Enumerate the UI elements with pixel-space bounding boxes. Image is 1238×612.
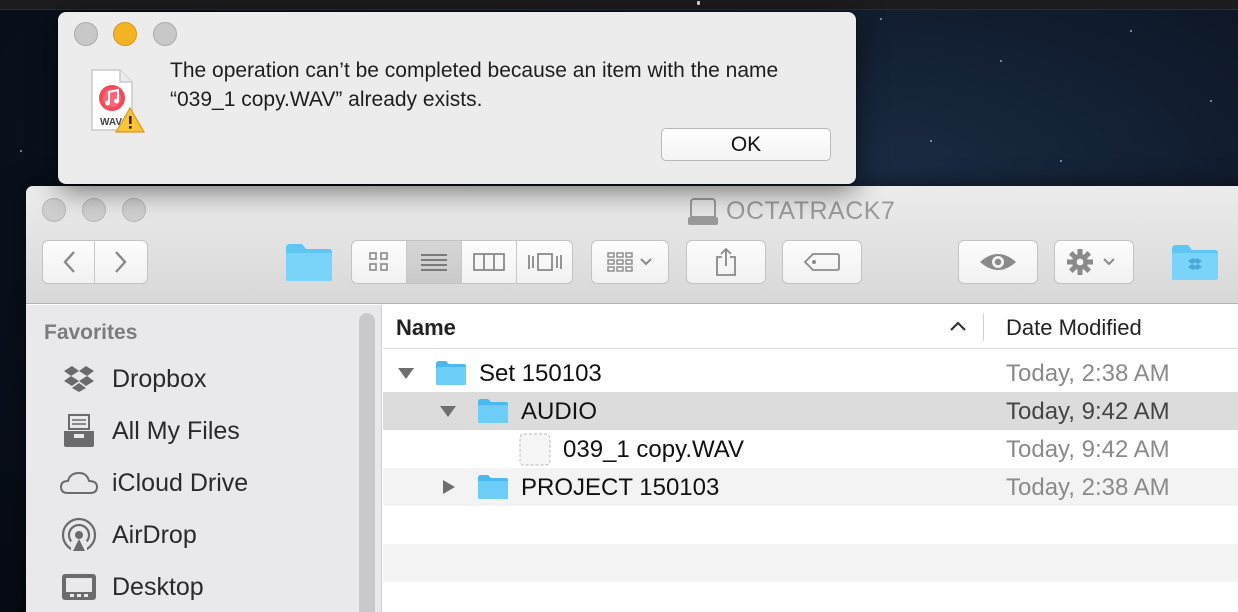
desktop-icon bbox=[62, 574, 96, 600]
file-list: Name Date Modified Set 150103 Today, 2:3… bbox=[383, 305, 1238, 612]
row-date: Today, 2:38 AM bbox=[1006, 360, 1170, 387]
finder-window: OCTATRACK7 Favorites Dropbox All My File… bbox=[26, 186, 1238, 612]
file-placeholder-icon bbox=[519, 433, 551, 466]
row-name: Set 150103 bbox=[479, 360, 602, 387]
forward-button[interactable] bbox=[95, 241, 147, 283]
menu-bar-fragment bbox=[697, 1, 700, 5]
star bbox=[1210, 100, 1212, 102]
empty-row bbox=[383, 582, 1238, 612]
sidebar-item-all-my-files[interactable]: All My Files bbox=[60, 411, 240, 451]
ok-button[interactable]: OK bbox=[661, 128, 831, 161]
star bbox=[880, 18, 882, 20]
view-icon-button[interactable] bbox=[352, 241, 407, 283]
close-button[interactable] bbox=[42, 198, 66, 222]
window-title: OCTATRACK7 bbox=[688, 196, 895, 226]
view-coverflow-button[interactable] bbox=[517, 241, 572, 283]
star bbox=[1000, 60, 1002, 62]
cloud-icon bbox=[60, 471, 98, 494]
chevron-right-icon bbox=[115, 251, 127, 273]
view-column-button[interactable] bbox=[462, 241, 517, 283]
error-dialog: WAV The operation can’t be completed bec… bbox=[58, 12, 856, 184]
sort-ascending-icon[interactable] bbox=[949, 319, 967, 333]
sidebar: Favorites Dropbox All My Files iCloud Dr… bbox=[26, 305, 382, 612]
star bbox=[1060, 160, 1062, 162]
sidebar-item-label: iCloud Drive bbox=[112, 468, 249, 497]
dropbox-folder-icon[interactable] bbox=[1171, 243, 1219, 281]
window-title-text: OCTATRACK7 bbox=[726, 196, 896, 225]
sidebar-section-favorites: Favorites bbox=[44, 321, 138, 344]
view-list-button[interactable] bbox=[407, 241, 462, 283]
gear-icon bbox=[1067, 249, 1115, 275]
sidebar-scrollbar[interactable] bbox=[359, 313, 375, 612]
action-button[interactable] bbox=[1054, 240, 1134, 284]
sidebar-item-icloud-drive[interactable]: iCloud Drive bbox=[60, 463, 248, 503]
dropbox-icon bbox=[64, 366, 94, 392]
dialog-minimize-button[interactable] bbox=[113, 22, 137, 46]
sidebar-item-desktop[interactable]: Desktop bbox=[60, 567, 204, 607]
empty-row bbox=[383, 544, 1238, 582]
dialog-zoom-button[interactable] bbox=[153, 22, 177, 46]
quick-look-button[interactable] bbox=[958, 240, 1038, 284]
table-row[interactable]: Set 150103 Today, 2:38 AM bbox=[383, 354, 1238, 392]
sidebar-item-label: Dropbox bbox=[112, 364, 207, 393]
row-date: Today, 2:38 AM bbox=[1006, 474, 1170, 501]
sidebar-item-label: Desktop bbox=[112, 572, 204, 601]
list-view-icon bbox=[421, 254, 447, 271]
row-name: PROJECT 150103 bbox=[521, 474, 720, 501]
column-header-date-modified[interactable]: Date Modified bbox=[1006, 315, 1142, 341]
alert-message: The operation can’t be completed because… bbox=[170, 59, 779, 111]
view-mode-control bbox=[351, 240, 573, 284]
disclosure-expanded-icon[interactable] bbox=[397, 365, 415, 381]
all-my-files-icon bbox=[64, 414, 94, 447]
menu-bar bbox=[0, 0, 1238, 10]
dialog-close-button[interactable] bbox=[74, 22, 98, 46]
folder-icon bbox=[286, 244, 332, 281]
sidebar-item-label: AirDrop bbox=[112, 520, 197, 549]
share-button[interactable] bbox=[686, 240, 766, 284]
airdrop-icon bbox=[61, 517, 97, 553]
arrange-icon bbox=[607, 252, 652, 272]
hard-disk-icon bbox=[688, 196, 718, 226]
row-name: AUDIO bbox=[521, 398, 598, 425]
empty-row bbox=[383, 506, 1238, 544]
column-header-name[interactable]: Name bbox=[396, 315, 456, 341]
zoom-button[interactable] bbox=[122, 198, 146, 222]
minimize-button[interactable] bbox=[82, 198, 106, 222]
sidebar-item-label: All My Files bbox=[112, 416, 240, 445]
icon-view-icon bbox=[369, 252, 388, 271]
row-date: Today, 9:42 AM bbox=[1006, 436, 1170, 463]
file-type-label: WAV bbox=[100, 117, 123, 128]
star bbox=[20, 150, 22, 152]
star bbox=[930, 140, 932, 142]
back-button[interactable] bbox=[43, 241, 96, 283]
folder-icon bbox=[436, 361, 466, 385]
column-view-icon bbox=[473, 253, 505, 271]
folder-icon bbox=[478, 475, 508, 499]
cover-flow-icon bbox=[527, 253, 562, 271]
share-icon bbox=[716, 247, 736, 276]
sidebar-item-airdrop[interactable]: AirDrop bbox=[60, 515, 197, 555]
arrange-button[interactable] bbox=[591, 240, 669, 284]
tag-button[interactable] bbox=[782, 240, 862, 284]
folder-icon bbox=[478, 399, 508, 423]
disclosure-collapsed-icon[interactable] bbox=[441, 479, 459, 495]
table-row[interactable]: PROJECT 150103 Today, 2:38 AM bbox=[383, 468, 1238, 506]
column-divider[interactable] bbox=[983, 313, 984, 341]
table-row[interactable]: 039_1 copy.WAV Today, 9:42 AM bbox=[383, 430, 1238, 468]
sidebar-item-dropbox[interactable]: Dropbox bbox=[60, 359, 207, 399]
star bbox=[1130, 30, 1132, 32]
eye-icon bbox=[980, 254, 1016, 270]
nav-buttons bbox=[42, 240, 148, 284]
list-header: Name Date Modified bbox=[383, 305, 1238, 349]
table-row[interactable]: AUDIO Today, 9:42 AM bbox=[383, 392, 1238, 430]
finder-toolbar: OCTATRACK7 bbox=[26, 186, 1238, 304]
row-name: 039_1 copy.WAV bbox=[563, 436, 744, 463]
row-date: Today, 9:42 AM bbox=[1006, 398, 1170, 425]
tag-icon bbox=[803, 253, 840, 271]
disclosure-expanded-icon[interactable] bbox=[439, 403, 457, 419]
chevron-left-icon bbox=[62, 251, 75, 273]
